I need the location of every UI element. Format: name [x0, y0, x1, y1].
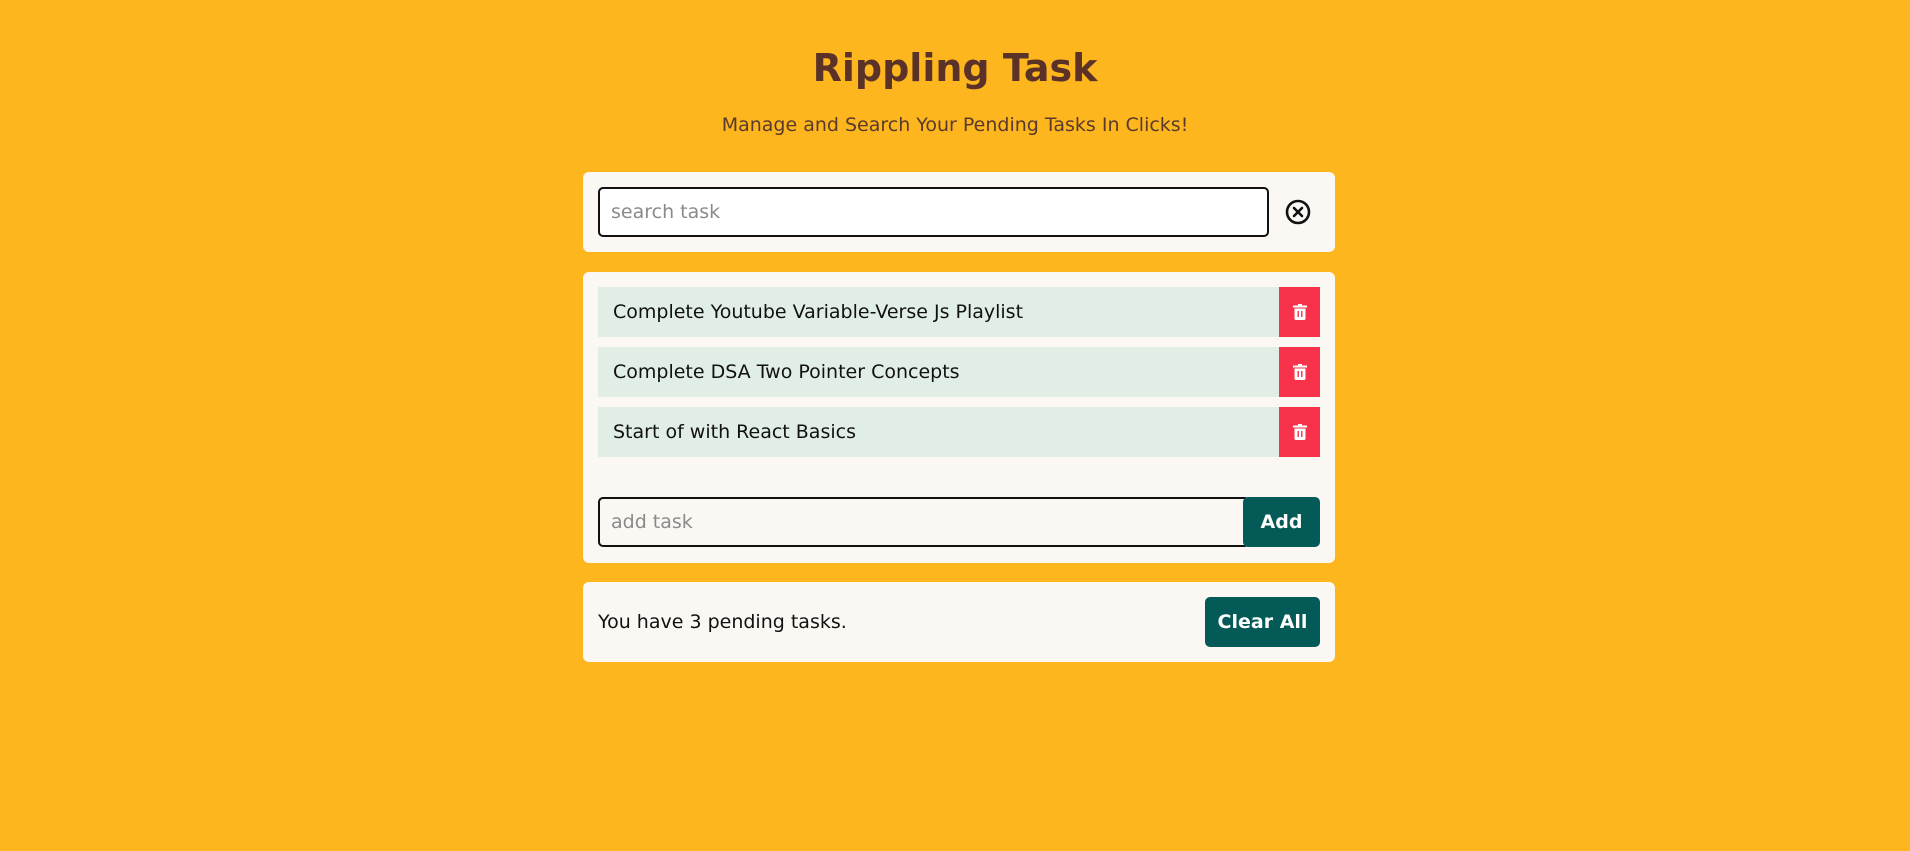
delete-task-button[interactable] — [1279, 347, 1320, 397]
trash-icon — [1292, 364, 1307, 380]
delete-task-button[interactable] — [1279, 407, 1320, 457]
add-task-button[interactable]: Add — [1243, 497, 1320, 547]
task-item: Complete Youtube Variable-Verse Js Playl… — [598, 287, 1320, 337]
close-circle-icon — [1285, 199, 1311, 225]
task-item: Complete DSA Two Pointer Concepts — [598, 347, 1320, 397]
task-text: Complete DSA Two Pointer Concepts — [613, 361, 960, 383]
page-title: Rippling Task — [812, 46, 1098, 90]
footer-card: You have 3 pending tasks. Clear All — [583, 582, 1335, 662]
page-subtitle: Manage and Search Your Pending Tasks In … — [721, 114, 1189, 136]
clear-search-button[interactable] — [1282, 196, 1314, 228]
clear-all-button[interactable]: Clear All — [1205, 597, 1320, 647]
task-text: Complete Youtube Variable-Verse Js Playl… — [613, 301, 1024, 323]
search-card — [583, 172, 1335, 252]
task-text: Start of with React Basics — [613, 421, 856, 443]
search-input[interactable] — [598, 187, 1269, 237]
tasks-card: Complete Youtube Variable-Verse Js Playl… — [583, 272, 1335, 563]
add-task-input[interactable] — [598, 497, 1250, 547]
trash-icon — [1292, 304, 1307, 320]
task-item: Start of with React Basics — [598, 407, 1320, 457]
trash-icon — [1292, 424, 1307, 440]
task-list: Complete Youtube Variable-Verse Js Playl… — [598, 287, 1320, 467]
pending-count-text: You have 3 pending tasks. — [598, 611, 847, 633]
header: Rippling Task Manage and Search Your Pen… — [0, 40, 1910, 138]
delete-task-button[interactable] — [1279, 287, 1320, 337]
